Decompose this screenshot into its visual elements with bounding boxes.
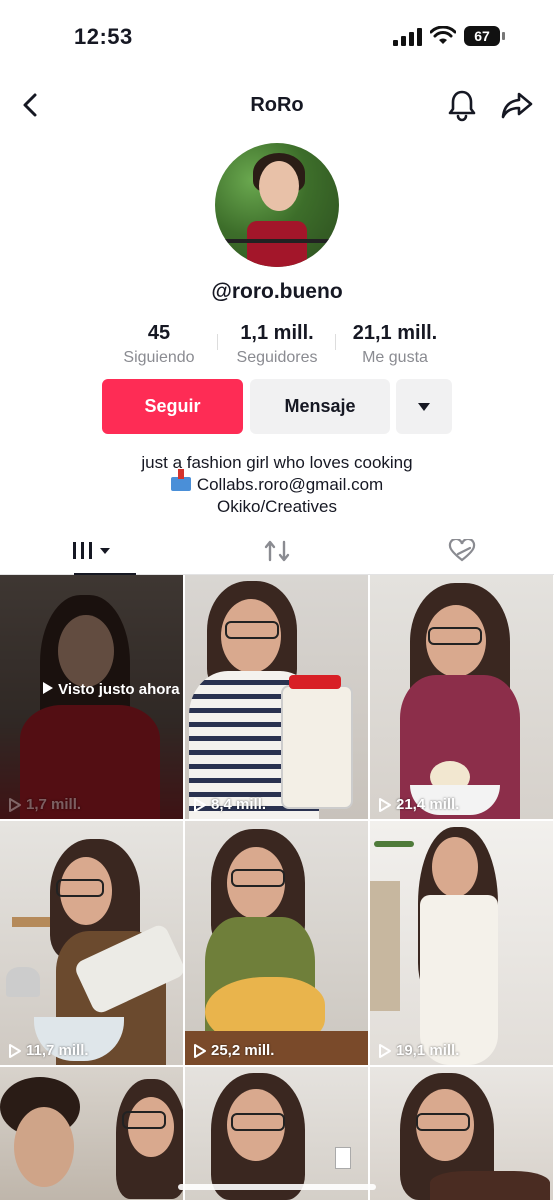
bio-line: just a fashion girl who loves cooking xyxy=(141,453,413,472)
stat-label: Me gusta xyxy=(362,349,428,366)
bio-email: Collabs.roro@gmail.com xyxy=(196,475,384,494)
view-count: 11,7 mill. xyxy=(8,1042,89,1059)
video-thumbnail[interactable] xyxy=(185,1067,368,1200)
view-count-text: 1,7 mill. xyxy=(26,796,82,813)
play-outline-icon xyxy=(379,797,391,812)
video-thumbnail[interactable]: 8,4 mill. xyxy=(185,575,368,819)
tab-videos[interactable] xyxy=(0,528,184,575)
view-count-text: 19,1 mill. xyxy=(396,1042,460,1059)
stat-value: 45 xyxy=(147,322,171,344)
stat-label: Siguiendo xyxy=(123,349,195,366)
play-outline-icon xyxy=(9,1043,21,1058)
stat-value: 21,1 mill. xyxy=(352,322,438,344)
play-outline-icon xyxy=(194,1043,206,1058)
hidden-heart-icon xyxy=(448,539,476,562)
video-thumbnail[interactable]: 19,1 mill. xyxy=(370,821,553,1065)
seen-text: Visto justo ahora xyxy=(58,681,180,698)
tab-liked[interactable] xyxy=(370,528,554,574)
message-button[interactable]: Mensaje xyxy=(250,379,390,434)
view-count: 21,4 mill. xyxy=(378,796,459,813)
view-count-text: 11,7 mill. xyxy=(26,1042,89,1059)
view-count: 19,1 mill. xyxy=(378,1042,459,1059)
tab-reposts[interactable] xyxy=(185,528,369,574)
view-count-text: 25,2 mill. xyxy=(211,1042,275,1059)
bell-icon[interactable] xyxy=(446,88,478,122)
view-count-text: 8,4 mill. xyxy=(211,796,267,813)
status-bar: 12:53 67 xyxy=(0,0,554,70)
video-thumbnail[interactable]: 25,2 mill. xyxy=(185,821,368,1065)
avatar[interactable] xyxy=(215,143,339,267)
play-outline-icon xyxy=(194,797,206,812)
bio-email-line: Collabs.roro@gmail.com xyxy=(0,469,554,496)
battery-icon: 67 xyxy=(464,26,505,46)
home-indicator[interactable] xyxy=(178,1184,376,1190)
stat-likes[interactable]: 21,1 mill. Me gusta xyxy=(336,322,454,372)
video-thumbnail[interactable]: 21,4 mill. xyxy=(370,575,553,819)
view-count: 8,4 mill. xyxy=(193,796,266,813)
play-outline-icon xyxy=(379,1043,391,1058)
stat-followers[interactable]: 1,1 mill. Seguidores xyxy=(218,322,336,372)
profile-bio: just a fashion girl who loves cooking Co… xyxy=(0,452,554,518)
videos-grid-icon xyxy=(73,542,110,559)
profile-tabs xyxy=(0,528,554,575)
seen-label: Visto justo ahora xyxy=(42,681,180,699)
profile-stats: 45 Siguiendo 1,1 mill. Seguidores 21,1 m… xyxy=(100,322,454,372)
follow-button[interactable]: Seguir xyxy=(102,379,243,434)
more-options-button[interactable] xyxy=(396,379,452,434)
view-count-text: 21,4 mill. xyxy=(396,796,460,813)
stat-value: 1,1 mill. xyxy=(240,322,314,344)
stat-label: Seguidores xyxy=(236,349,318,366)
stat-following[interactable]: 45 Siguiendo xyxy=(100,322,218,372)
username-handle: @roro.bueno xyxy=(211,280,343,303)
caret-down-icon xyxy=(418,403,430,412)
play-outline-icon xyxy=(9,797,21,812)
video-thumbnail[interactable] xyxy=(370,1067,553,1200)
play-icon xyxy=(43,682,53,694)
view-count: 25,2 mill. xyxy=(193,1042,274,1059)
video-thumbnail[interactable]: 11,7 mill. xyxy=(0,821,183,1065)
top-nav: RoRo xyxy=(0,80,554,130)
wifi-icon xyxy=(430,26,456,44)
inbox-tray-icon xyxy=(170,469,191,491)
video-thumbnail[interactable]: Visto justo ahora 1,7 mill. xyxy=(0,575,183,819)
bio-line: Okiko/Creatives xyxy=(217,497,337,516)
view-count: 1,7 mill. xyxy=(8,796,81,813)
repost-icon xyxy=(264,540,290,562)
video-thumbnail[interactable] xyxy=(0,1067,183,1200)
share-icon[interactable] xyxy=(500,90,534,120)
cellular-signal-icon xyxy=(393,28,423,46)
clock: 12:53 xyxy=(74,24,133,49)
